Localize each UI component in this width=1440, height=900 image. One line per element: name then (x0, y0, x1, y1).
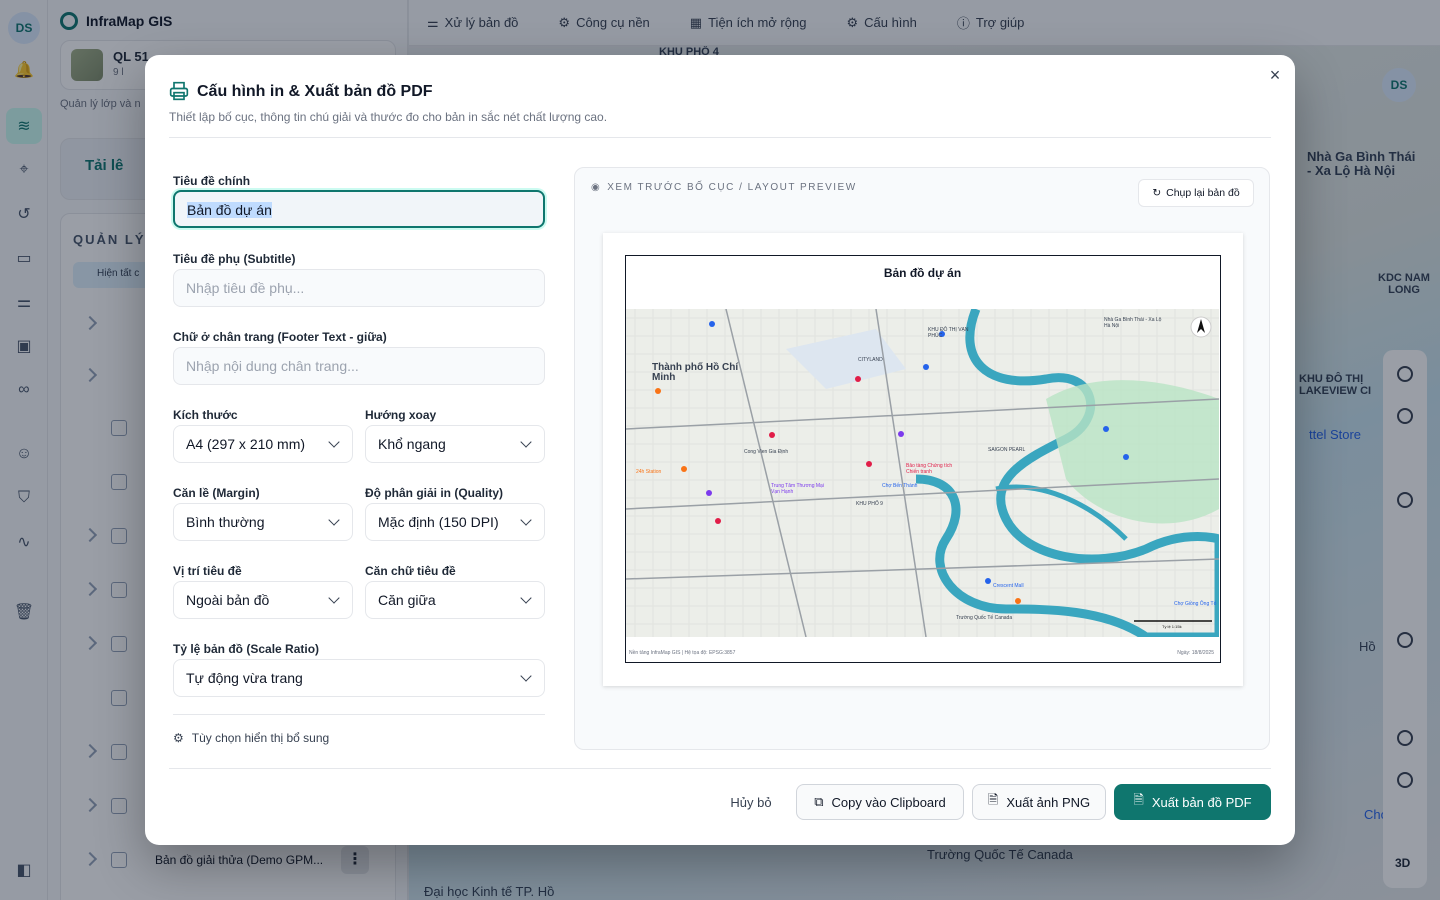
preview-map-label: KHU ĐÔ THỊ VẠN PHÚC (928, 327, 969, 339)
recapture-map-button[interactable]: ↻ Chụp lại bản đồ (1138, 179, 1254, 207)
divider (169, 137, 1271, 138)
modal-title: Cấu hình in & Xuất bản đồ PDF (197, 83, 433, 100)
preview-footer-date: Ngày: 18/8/2025 (1177, 650, 1214, 656)
preview-map-label: Bảo tàng Chứng tích Chiến tranh (906, 463, 953, 475)
subtitle-input[interactable]: Nhập tiêu đề phụ... (173, 269, 545, 307)
preview-map-label: Chợ Giồng Ông Tố (1174, 601, 1217, 607)
preview-heading: ◉ XEM TRƯỚC BỐ CỤC / LAYOUT PREVIEW (591, 182, 857, 193)
divider (173, 714, 545, 715)
footer-input[interactable]: Nhập nội dung chân trang... (173, 347, 545, 385)
scale-label: Tỷ lệ bản đồ (Scale Ratio) (173, 642, 320, 656)
gear-icon: ⚙ (173, 731, 184, 745)
refresh-icon: ↻ (1152, 187, 1162, 199)
file-image-icon: 🗎 (987, 792, 999, 807)
footer-label: Chữ ở chân trang (Footer Text - giữa) (173, 330, 387, 344)
chevron-down-icon (520, 436, 532, 448)
preview-map-label: 24h Station (636, 469, 662, 475)
modal-subtitle: Thiết lập bố cục, thông tin chú giải và … (169, 110, 608, 124)
preview-map-label: Crescent Mall (993, 583, 1024, 589)
main-title-input[interactable]: Bản đồ dự án (173, 190, 545, 228)
size-label: Kích thước (173, 408, 238, 422)
preview-map-label: Nhà Ga Bình Thái - Xa Lộ Hà Nội (1104, 317, 1162, 329)
scale-select[interactable]: Tự động vừa trang (173, 659, 545, 697)
extra-options-toggle[interactable]: ⚙ Tùy chọn hiển thị bổ sung (173, 731, 329, 745)
preview-map-label: SAIGON PEARL (988, 447, 1026, 453)
chevron-down-icon (328, 592, 340, 604)
preview-map: Thành phố Hồ Chí Minh KHU ĐÔ THỊ VẠN PHÚ… (626, 309, 1219, 637)
scale-bar-label: Tỷ lệ 1:15k (1162, 624, 1182, 629)
title-position-label: Vị trí tiêu đề (173, 564, 242, 578)
quality-select[interactable]: Mặc định (150 DPI) (365, 503, 545, 541)
margin-label: Căn lề (Margin) (173, 486, 260, 500)
preview-frame: Bản đồ dự án Thành phố Hồ Chí Minh KHU Đ… (625, 255, 1221, 663)
export-png-button[interactable]: 🗎 Xuất ảnh PNG (972, 784, 1106, 820)
preview-title: Bản đồ dự án (883, 266, 962, 280)
print-config-modal: Cấu hình in & Xuất bản đồ PDF Thiết lập … (145, 55, 1295, 845)
printer-icon (169, 81, 189, 106)
chevron-down-icon (520, 592, 532, 604)
preview-map-label: Trung Tâm Thương Mại Vạn Hạnh (771, 483, 824, 495)
quality-label: Độ phân giải in (Quality) (365, 486, 503, 500)
file-pdf-icon: 🗎 (1133, 792, 1144, 807)
chevron-down-icon (328, 436, 340, 448)
close-icon[interactable]: × (1267, 66, 1283, 84)
preview-footer-left: Nền tảng InfraMap GIS | Hệ tọa độ: EPSG:… (629, 650, 736, 656)
copy-icon: ⧉ (814, 794, 824, 809)
chevron-down-icon (520, 670, 532, 682)
chevron-down-icon (328, 514, 340, 526)
eye-icon: ◉ (591, 182, 602, 193)
main-title-label: Tiêu đề chính (173, 174, 251, 188)
margin-select[interactable]: Bình thường (173, 503, 353, 541)
subtitle-label: Tiêu đề phụ (Subtitle) (173, 252, 296, 266)
title-position-select[interactable]: Ngoài bản đồ (173, 581, 353, 619)
chevron-down-icon (520, 514, 532, 526)
cancel-button[interactable]: Hủy bỏ (715, 784, 787, 820)
extra-options-label: Tùy chọn hiển thị bổ sung (191, 731, 330, 745)
preview-map-label: Trường Quốc Tế Canada (956, 615, 1013, 621)
size-select[interactable]: A4 (297 x 210 mm) (173, 425, 353, 463)
title-align-label: Căn chữ tiêu đề (365, 564, 456, 578)
divider (169, 768, 1271, 769)
orientation-select[interactable]: Khổ ngang (365, 425, 545, 463)
preview-map-label: Chợ Bến Thành (882, 483, 918, 489)
export-pdf-button[interactable]: 🗎 Xuất bản đồ PDF (1114, 784, 1271, 820)
preview-map-label: CITYLAND (858, 357, 883, 363)
orientation-label: Hướng xoay (365, 408, 437, 422)
layout-preview-panel: ◉ XEM TRƯỚC BỐ CỤC / LAYOUT PREVIEW ↻ Ch… (574, 167, 1270, 750)
preview-map-label: Thành phố Hồ Chí Minh (652, 362, 739, 383)
copy-clipboard-button[interactable]: ⧉ Copy vào Clipboard (796, 784, 964, 820)
preview-map-label: KHU PHỐ 9 (856, 501, 883, 507)
preview-map-label: Cong Vien Gia Định (744, 449, 789, 455)
title-align-select[interactable]: Căn giữa (365, 581, 545, 619)
preview-paper: Bản đồ dự án Thành phố Hồ Chí Minh KHU Đ… (603, 233, 1243, 686)
